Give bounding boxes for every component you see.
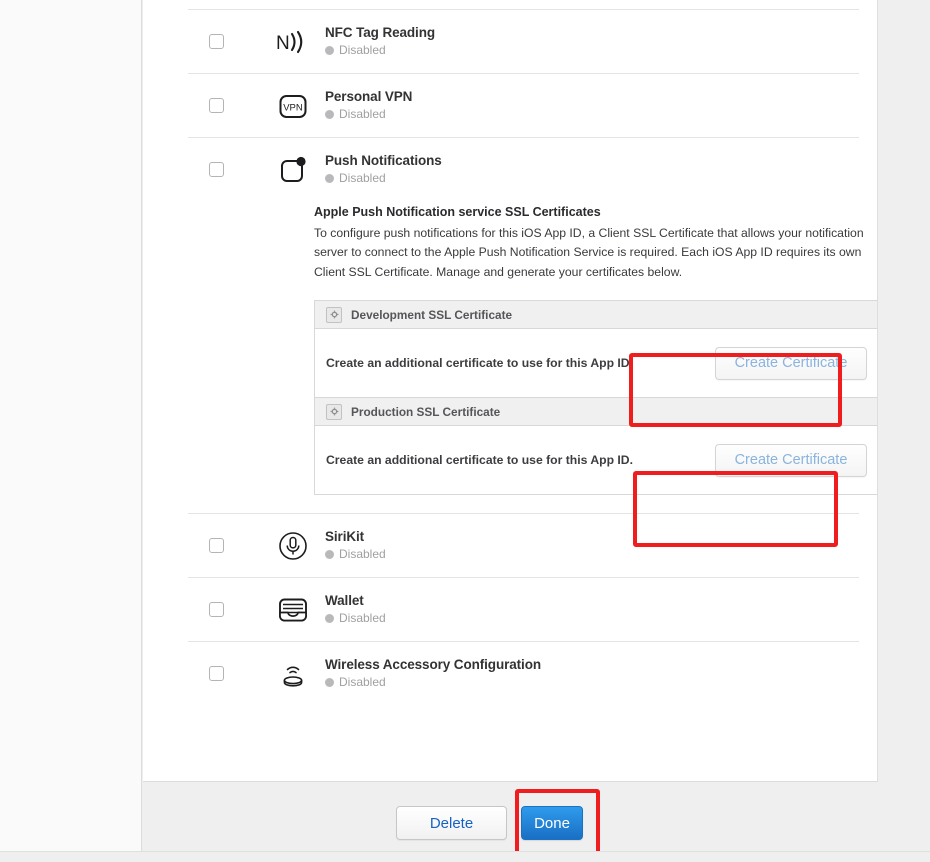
left-sidebar bbox=[0, 0, 142, 851]
capability-title: Wireless Accessory Configuration bbox=[325, 657, 541, 673]
capability-text-push-notifications: Push Notifications Disabled bbox=[325, 153, 442, 186]
status-dot-icon bbox=[325, 677, 334, 687]
create-certificate-button-production[interactable]: Create Certificate bbox=[715, 443, 867, 477]
push-detail-description: To configure push notifications for this… bbox=[314, 226, 864, 279]
wireless-accessory-icon bbox=[274, 655, 312, 693]
capability-status: Disabled bbox=[325, 610, 386, 626]
capabilities-list: N NFC Tag Reading Disabled VPN Personal … bbox=[188, 9, 877, 705]
certificate-table-development: Development SSL Certificate Create an ad… bbox=[314, 300, 877, 398]
capability-title: Personal VPN bbox=[325, 89, 413, 104]
certificate-table-header-production: Production SSL Certificate bbox=[315, 398, 877, 427]
capability-text-personal-vpn: Personal VPN Disabled bbox=[325, 89, 412, 122]
capability-checkbox-push-notifications[interactable] bbox=[209, 162, 224, 177]
capability-title: NFC Tag Reading bbox=[325, 25, 436, 40]
footer-button-group: Delete Done bbox=[396, 806, 583, 840]
certificate-table-production: Production SSL Certificate Create an add… bbox=[314, 397, 877, 496]
capability-status-label: Disabled bbox=[339, 675, 386, 690]
capability-status: Disabled bbox=[325, 42, 435, 58]
capability-status-label: Disabled bbox=[339, 171, 386, 185]
capability-text-wireless-accessory-configuration: Wireless Accessory Configuration Disable… bbox=[325, 657, 541, 690]
capability-status-label: Disabled bbox=[339, 547, 386, 562]
capability-title: Wallet bbox=[325, 593, 364, 609]
capabilities-panel-body: N NFC Tag Reading Disabled VPN Personal … bbox=[143, 0, 877, 781]
window-bottom-strip bbox=[0, 851, 930, 862]
certificate-icon bbox=[326, 403, 342, 420]
certificate-body-text: Create an additional certificate to use … bbox=[326, 356, 633, 371]
capability-text-nfc-tag-reading: NFC Tag Reading Disabled bbox=[325, 25, 435, 58]
certificate-body-production: Create an additional certificate to use … bbox=[315, 426, 877, 494]
certificate-table-header-development: Development SSL Certificate bbox=[315, 301, 877, 330]
certificate-body-text: Create an additional certificate to use … bbox=[326, 453, 633, 468]
capability-status-label: Disabled bbox=[339, 107, 386, 121]
capability-row-personal-vpn[interactable]: VPN Personal VPN Disabled bbox=[188, 74, 859, 137]
capability-text-wallet: Wallet Disabled bbox=[325, 593, 386, 626]
certificate-icon bbox=[326, 306, 342, 323]
status-dot-icon bbox=[325, 45, 334, 55]
capability-text-sirikit: SiriKit Disabled bbox=[325, 529, 386, 562]
capability-checkbox-wireless-accessory-configuration[interactable] bbox=[209, 666, 224, 682]
svg-text:VPN: VPN bbox=[283, 102, 303, 113]
certificate-body-development: Create an additional certificate to use … bbox=[315, 329, 877, 397]
capability-status-label: Disabled bbox=[339, 611, 386, 626]
capability-row-nfc-tag-reading[interactable]: N NFC Tag Reading Disabled bbox=[188, 10, 859, 73]
capability-checkbox-wallet[interactable] bbox=[209, 602, 224, 618]
done-button[interactable]: Done bbox=[521, 806, 583, 840]
siri-microphone-icon bbox=[274, 527, 312, 565]
vpn-icon: VPN bbox=[274, 87, 312, 125]
capability-checkbox-nfc-tag-reading[interactable] bbox=[209, 34, 224, 49]
status-dot-icon bbox=[325, 109, 334, 119]
nfc-icon: N bbox=[274, 23, 312, 61]
push-notifications-icon bbox=[274, 151, 312, 189]
status-dot-icon bbox=[325, 613, 334, 623]
capability-row-wallet[interactable]: Wallet Disabled bbox=[188, 578, 859, 641]
footer-bar: Delete Done bbox=[143, 781, 878, 851]
push-detail-title: Apple Push Notification service SSL Cert… bbox=[314, 205, 601, 219]
status-dot-icon bbox=[325, 549, 334, 559]
capability-checkbox-sirikit[interactable] bbox=[209, 538, 224, 554]
capability-row-push-notifications[interactable]: Push Notifications Disabled bbox=[188, 138, 859, 201]
svg-text:N: N bbox=[276, 33, 290, 54]
capability-status: Disabled bbox=[325, 546, 386, 562]
capability-status: Disabled bbox=[325, 106, 412, 122]
capability-row-sirikit[interactable]: SiriKit Disabled bbox=[188, 514, 859, 577]
capability-checkbox-personal-vpn[interactable] bbox=[209, 98, 224, 113]
capability-status: Disabled bbox=[325, 170, 442, 186]
certificate-header-label: Development SSL Certificate bbox=[351, 307, 513, 322]
capability-row-wireless-accessory-configuration[interactable]: Wireless Accessory Configuration Disable… bbox=[188, 642, 859, 705]
push-notification-detail: Apple Push Notification service SSL Cert… bbox=[188, 201, 877, 513]
content-panel: N NFC Tag Reading Disabled VPN Personal … bbox=[143, 0, 878, 851]
app-screen: N NFC Tag Reading Disabled VPN Personal … bbox=[0, 0, 930, 862]
delete-button[interactable]: Delete bbox=[396, 806, 507, 840]
status-dot-icon bbox=[325, 173, 334, 183]
create-certificate-button-development[interactable]: Create Certificate bbox=[715, 346, 867, 380]
capability-title: Push Notifications bbox=[325, 153, 442, 168]
wallet-icon bbox=[274, 591, 312, 629]
certificate-header-label: Production SSL Certificate bbox=[351, 404, 501, 419]
capability-status-label: Disabled bbox=[339, 43, 386, 57]
capability-title: SiriKit bbox=[325, 529, 365, 545]
capability-status: Disabled bbox=[325, 674, 541, 690]
